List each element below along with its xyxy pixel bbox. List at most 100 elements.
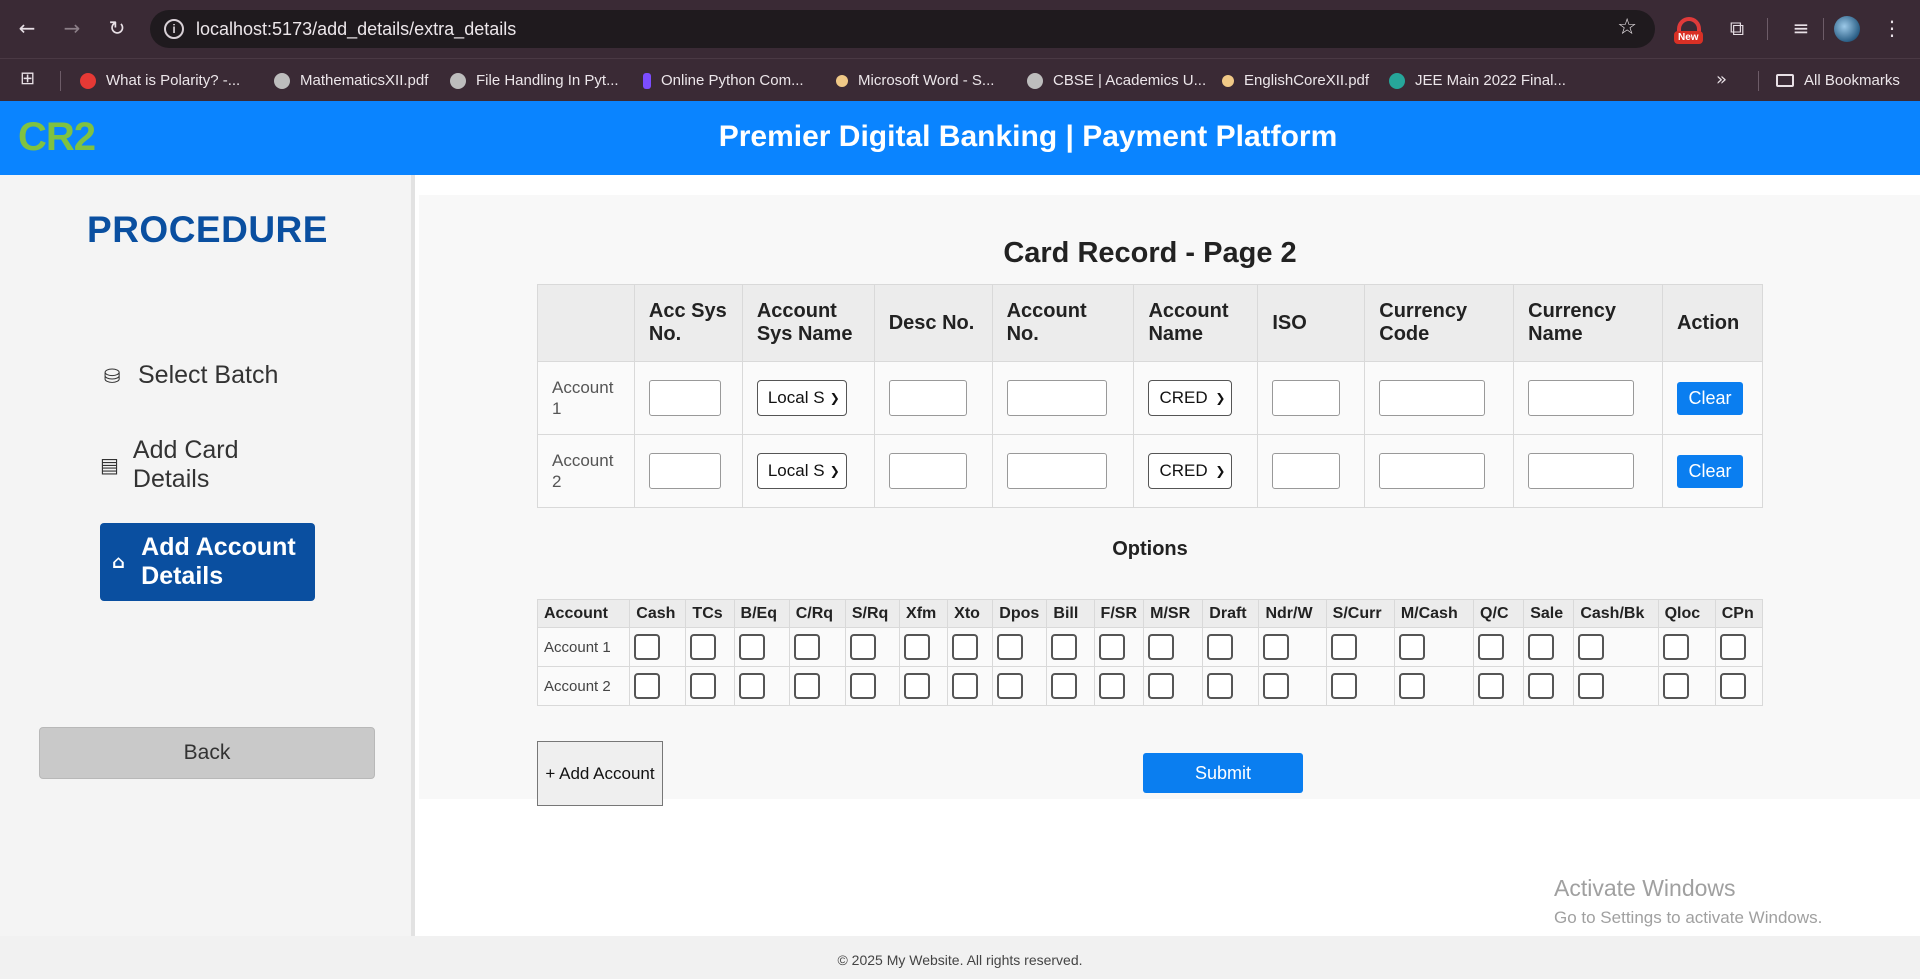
chevron-down-icon: ❯ bbox=[1215, 391, 1226, 405]
column-header: Account Name bbox=[1133, 284, 1259, 362]
url-text[interactable]: localhost:5173/add_details/extra_details bbox=[196, 19, 516, 40]
option-checkbox[interactable] bbox=[952, 634, 979, 660]
option-checkbox[interactable] bbox=[1098, 673, 1125, 699]
bookmark-label: JEE Main 2022 Final... bbox=[1415, 72, 1566, 89]
globe-icon bbox=[274, 72, 290, 89]
option-checkbox[interactable] bbox=[1719, 634, 1746, 660]
bookmark-star-icon[interactable]: ☆ bbox=[1617, 15, 1637, 40]
step-label: Select Batch bbox=[138, 361, 279, 389]
kebab-menu-icon[interactable]: ⋮ bbox=[1878, 14, 1906, 42]
clear-button[interactable]: Clear bbox=[1676, 454, 1743, 488]
bookmarks-bar: ⊞ What is Polarity? -... MathematicsXII.… bbox=[0, 58, 1920, 101]
option-checkbox[interactable] bbox=[1148, 673, 1175, 699]
step-add-card-details[interactable]: ▤ Add Card Details bbox=[100, 436, 260, 494]
option-checkbox[interactable] bbox=[1051, 634, 1078, 660]
account-name-select[interactable]: CRED ❯ bbox=[1148, 380, 1233, 416]
submit-button[interactable]: Submit bbox=[1143, 753, 1303, 793]
cell bbox=[873, 434, 993, 508]
currency-code-input[interactable] bbox=[1379, 380, 1486, 416]
option-checkbox[interactable] bbox=[793, 634, 820, 660]
option-checkbox[interactable] bbox=[997, 673, 1024, 699]
option-checkbox[interactable] bbox=[1051, 673, 1078, 699]
option-cell bbox=[844, 666, 901, 706]
option-checkbox[interactable] bbox=[738, 673, 765, 699]
back-arrow-icon[interactable]: ← bbox=[12, 13, 42, 43]
option-cell bbox=[788, 666, 846, 706]
profile-avatar[interactable] bbox=[1834, 16, 1860, 42]
option-checkbox[interactable] bbox=[1528, 634, 1555, 660]
option-checkbox[interactable] bbox=[634, 673, 661, 699]
option-checkbox[interactable] bbox=[634, 634, 661, 660]
option-checkbox[interactable] bbox=[1662, 673, 1689, 699]
media-control-icon[interactable]: ≡ bbox=[1787, 14, 1815, 42]
option-checkbox[interactable] bbox=[1330, 673, 1357, 699]
account-no-input[interactable] bbox=[1006, 453, 1107, 489]
bookmark-item[interactable]: Online Python Com... bbox=[643, 59, 804, 102]
option-checkbox[interactable] bbox=[849, 634, 876, 660]
option-checkbox[interactable] bbox=[1398, 673, 1425, 699]
bookmark-item[interactable]: CBSE | Academics U... bbox=[1027, 59, 1206, 102]
iso-input[interactable] bbox=[1272, 453, 1341, 489]
currency-name-input[interactable] bbox=[1528, 380, 1635, 416]
site-info-icon[interactable]: i bbox=[164, 19, 184, 39]
option-checkbox[interactable] bbox=[1478, 634, 1505, 660]
account-sys-name-select[interactable]: Local S ❯ bbox=[756, 380, 847, 416]
option-checkbox[interactable] bbox=[1148, 634, 1175, 660]
option-cell bbox=[1393, 627, 1475, 667]
option-checkbox[interactable] bbox=[1398, 634, 1425, 660]
option-checkbox[interactable] bbox=[1207, 634, 1234, 660]
option-checkbox[interactable] bbox=[1662, 634, 1689, 660]
option-checkbox[interactable] bbox=[952, 673, 979, 699]
reload-icon[interactable]: ↻ bbox=[102, 13, 132, 43]
step-add-account-details[interactable]: ⌂ Add Account Details bbox=[100, 523, 315, 601]
option-cell bbox=[899, 627, 949, 667]
option-column-header: Dpos bbox=[992, 599, 1048, 628]
option-checkbox[interactable] bbox=[1719, 673, 1746, 699]
bookmark-item[interactable]: Microsoft Word - S... bbox=[836, 59, 994, 102]
option-checkbox[interactable] bbox=[849, 673, 876, 699]
option-checkbox[interactable] bbox=[1578, 673, 1605, 699]
option-checkbox[interactable] bbox=[690, 634, 717, 660]
option-checkbox[interactable] bbox=[1207, 673, 1234, 699]
step-select-batch[interactable]: ⛁ Select Batch bbox=[100, 361, 279, 390]
desc-no-input[interactable] bbox=[888, 453, 967, 489]
address-bar[interactable]: i localhost:5173/add_details/extra_detai… bbox=[150, 10, 1655, 48]
option-checkbox[interactable] bbox=[1528, 673, 1555, 699]
acc-sys-no-input[interactable] bbox=[648, 453, 721, 489]
clear-button[interactable]: Clear bbox=[1676, 381, 1743, 415]
bookmark-item[interactable]: File Handling In Pyt... bbox=[450, 59, 619, 102]
option-checkbox[interactable] bbox=[1330, 634, 1357, 660]
more-bookmarks-icon[interactable]: » bbox=[1716, 69, 1727, 90]
bookmark-item[interactable]: EnglishCoreXII.pdf bbox=[1222, 59, 1369, 102]
account-no-input[interactable] bbox=[1006, 380, 1107, 416]
option-checkbox[interactable] bbox=[1478, 673, 1505, 699]
option-checkbox[interactable] bbox=[997, 634, 1024, 660]
option-checkbox[interactable] bbox=[1263, 673, 1290, 699]
option-checkbox[interactable] bbox=[1098, 634, 1125, 660]
bookmark-item[interactable]: JEE Main 2022 Final... bbox=[1389, 59, 1566, 102]
currency-name-input[interactable] bbox=[1528, 453, 1635, 489]
all-bookmarks-button[interactable]: All Bookmarks bbox=[1776, 59, 1900, 102]
apps-grid-icon[interactable]: ⊞ bbox=[20, 68, 35, 89]
option-checkbox[interactable] bbox=[793, 673, 820, 699]
extensions-puzzle-icon[interactable]: ⧉ bbox=[1723, 14, 1751, 42]
acc-sys-no-input[interactable] bbox=[648, 380, 721, 416]
option-checkbox[interactable] bbox=[690, 673, 717, 699]
add-account-button[interactable]: + Add Account bbox=[537, 741, 663, 806]
forward-arrow-icon[interactable]: → bbox=[57, 13, 87, 43]
bookmark-item[interactable]: What is Polarity? -... bbox=[80, 59, 240, 102]
bookmark-item[interactable]: MathematicsXII.pdf bbox=[274, 59, 428, 102]
option-cell bbox=[947, 627, 994, 667]
option-checkbox[interactable] bbox=[904, 634, 931, 660]
option-checkbox[interactable] bbox=[1578, 634, 1605, 660]
option-checkbox[interactable] bbox=[1263, 634, 1290, 660]
option-checkbox[interactable] bbox=[904, 673, 931, 699]
option-cell bbox=[1473, 627, 1525, 667]
account-name-select[interactable]: CRED ❯ bbox=[1148, 453, 1233, 489]
option-checkbox[interactable] bbox=[738, 634, 765, 660]
back-button[interactable]: Back bbox=[39, 727, 375, 779]
iso-input[interactable] bbox=[1272, 380, 1341, 416]
desc-no-input[interactable] bbox=[888, 380, 967, 416]
account-sys-name-select[interactable]: Local S ❯ bbox=[756, 453, 847, 489]
currency-code-input[interactable] bbox=[1379, 453, 1486, 489]
